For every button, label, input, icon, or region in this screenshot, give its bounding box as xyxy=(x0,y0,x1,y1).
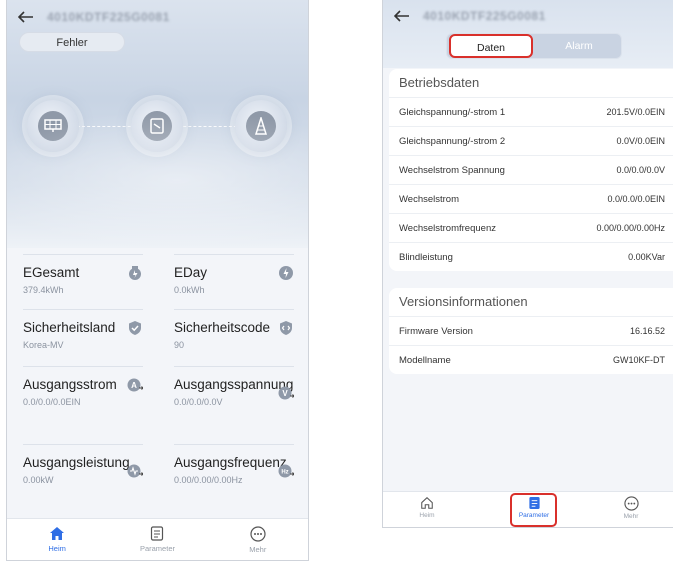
tab-home[interactable]: Heim xyxy=(403,496,451,519)
svg-text:V: V xyxy=(282,389,288,398)
frequency-output-icon: Hz xyxy=(278,464,294,478)
svg-text:Hz: Hz xyxy=(281,470,288,476)
parameter-screen: 4010KDTF225G0081 Daten Alarm Betriebsdat… xyxy=(382,0,673,528)
list-item: Gleichspannung/-strom 2 0.0V/0.0EIN xyxy=(389,126,673,155)
voltage-output-icon: V xyxy=(278,386,294,400)
info-grid: EGesamt 379.4kWh EDay 0.0kWh Sicherheits… xyxy=(7,248,308,518)
bottom-tab-bar: Heim Parameter Mehr xyxy=(383,491,673,527)
version-info-title: Versionsinformationen xyxy=(399,294,528,309)
status-badge: Fehler xyxy=(19,32,125,52)
list-item: Wechselstromfrequenz 0.00/0.00/0.00Hz xyxy=(389,213,673,242)
header: 4010KDTF225G0081 xyxy=(383,0,673,32)
tab-more[interactable]: Mehr xyxy=(228,525,288,554)
grid-tower-node[interactable] xyxy=(235,100,287,152)
list-item: Firmware Version 16.16.52 xyxy=(389,316,673,345)
info-cell-eday: EDay 0.0kWh xyxy=(174,254,294,304)
more-icon xyxy=(250,525,266,542)
list-item: Blindleistung 0.00KVar xyxy=(389,242,673,271)
inverter-icon xyxy=(142,111,172,141)
header: 4010KDTF225G0081 xyxy=(7,0,308,34)
solar-panel-icon xyxy=(38,111,68,141)
shield-check-icon xyxy=(129,321,141,335)
version-info-card: Versionsinformationen Firmware Version 16… xyxy=(389,288,673,374)
bottom-tab-bar: Heim Parameter Mehr xyxy=(7,518,308,560)
tab-parameter[interactable]: Parameter xyxy=(127,526,187,553)
device-serial: 4010KDTF225G0081 xyxy=(423,9,546,23)
info-cell-sicherheitsland: Sicherheitsland Korea-MV xyxy=(23,309,143,361)
data-alarm-segment: Daten Alarm xyxy=(446,33,622,59)
home-icon xyxy=(421,497,433,509)
energy-day-icon xyxy=(279,266,293,280)
tab-more[interactable]: Mehr xyxy=(607,496,655,520)
power-output-icon xyxy=(127,464,143,478)
list-item: Modellname GW10KF-DT xyxy=(389,345,673,374)
info-cell-sicherheitscode: Sicherheitscode 90 xyxy=(174,309,294,361)
operating-data-title: Betriebsdaten xyxy=(399,75,480,90)
home-icon xyxy=(50,527,65,540)
tab-home[interactable]: Heim xyxy=(27,526,87,553)
grid-tower-icon xyxy=(246,111,276,141)
energy-total-icon xyxy=(129,266,141,280)
document-icon xyxy=(151,526,164,541)
solar-panel-node[interactable] xyxy=(27,100,79,152)
info-cell-ausgangsspannung: Ausgangsspannung 0.0/0.0/0.0V V xyxy=(174,366,294,441)
flow-line xyxy=(77,126,247,127)
back-arrow-icon[interactable] xyxy=(13,4,39,30)
inverter-node[interactable] xyxy=(131,100,183,152)
svg-text:A: A xyxy=(131,381,137,390)
info-cell-ausgangsleistung: Ausgangsleistung 0.00kW xyxy=(23,444,143,514)
back-arrow-icon[interactable] xyxy=(389,3,415,29)
operating-data-card: Betriebsdaten Gleichspannung/-strom 1 201… xyxy=(389,69,673,271)
more-icon xyxy=(623,496,639,511)
list-item: Wechselstrom 0.0/0.0/0.0EIN xyxy=(389,184,673,213)
home-screen: Fehler 4010KDTF225G0081 EGesamt 379.4kWh xyxy=(6,0,309,561)
tab-highlight-box xyxy=(510,493,557,527)
list-item: Wechselstrom Spannung 0.0/0.0/0.0V xyxy=(389,155,673,184)
list-item: Gleichspannung/-strom 1 201.5V/0.0EIN xyxy=(389,97,673,126)
tab-alarm[interactable]: Alarm xyxy=(535,34,623,58)
current-output-icon: A xyxy=(127,378,143,392)
info-cell-egesamt: EGesamt 379.4kWh xyxy=(23,254,143,304)
shield-code-icon xyxy=(280,321,292,335)
status-hero: Fehler xyxy=(7,0,308,250)
info-cell-ausgangsstrom: Ausgangsstrom 0.0/0.0/0.0EIN A xyxy=(23,366,143,441)
tab-daten[interactable]: Daten xyxy=(449,34,533,58)
device-serial: 4010KDTF225G0081 xyxy=(47,10,170,24)
info-cell-ausgangsfrequenz: Ausgangsfrequenz 0.00/0.00/0.00Hz Hz xyxy=(174,444,294,514)
